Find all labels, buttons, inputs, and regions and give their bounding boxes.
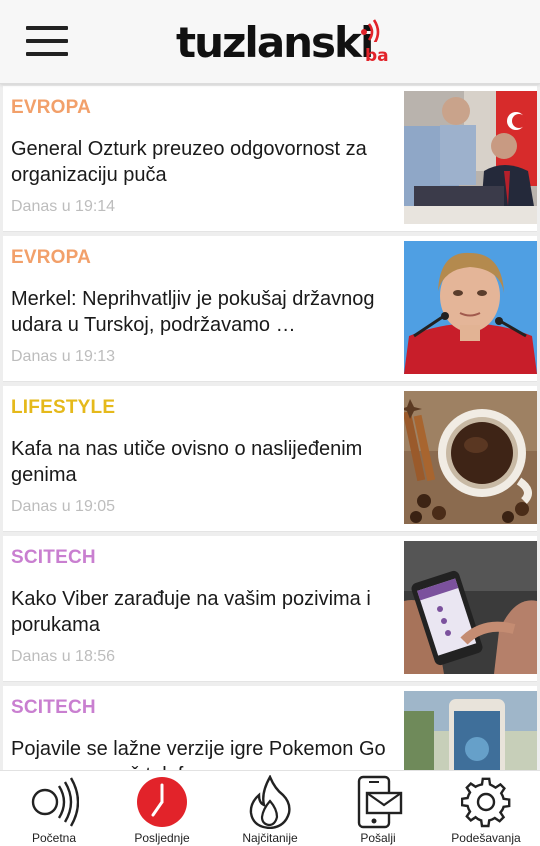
article-title[interactable]: Kako Viber zarađuje na vašim pozivima i … [11,586,396,638]
app-header: tuzlanski ba [0,0,540,84]
article-thumbnail[interactable] [404,241,537,374]
article-card[interactable]: SCITECH Kako Viber zarađuje na vašim poz… [3,536,537,682]
nav-item-najcitanije[interactable]: Najčitanije [216,771,324,846]
phone-mail-icon [357,775,403,829]
radio-waves-icon [31,777,79,827]
article-card[interactable]: SCITECH Pojavile se lažne verzije igre P… [3,686,537,770]
nav-label: Najčitanije [242,831,298,845]
nav-item-podesavanja[interactable]: Podešavanja [432,771,540,846]
app-logo[interactable]: tuzlanski ba [176,16,396,72]
nav-label: Pošalji [360,831,396,845]
logo-signal-icon [361,19,380,42]
article-thumbnail[interactable] [404,691,537,770]
logo-text: tuzlanski [176,18,374,67]
article-time: Danas u 19:13 [11,348,116,365]
article-feed[interactable]: EVROPA General Ozturk preuzeo odgovornos… [0,84,540,770]
article-title[interactable]: Kafa na nas utiče ovisno o naslijeđenim … [11,436,396,488]
article-card[interactable]: EVROPA General Ozturk preuzeo odgovornos… [3,86,537,232]
article-time: Danas u 19:14 [11,198,116,215]
article-category[interactable]: EVROPA [11,97,91,119]
article-card[interactable]: LIFESTYLE Kafa na nas utiče ovisno o nas… [3,386,537,532]
nav-item-posljednje[interactable]: Posljednje [108,771,216,846]
article-time: Danas u 18:56 [11,648,116,665]
article-time: Danas u 19:05 [11,498,116,515]
nav-label: Posljednje [134,831,190,845]
nav-item-pocetna[interactable]: Početna [0,771,108,846]
article-thumbnail[interactable] [404,391,537,524]
bottom-navigation: Početna Posljednje Najčitanije Pošalji P… [0,770,540,846]
article-category[interactable]: LIFESTYLE [11,397,115,419]
article-title[interactable]: Pojavile se lažne verzije igre Pokemon G… [11,736,396,770]
article-thumbnail[interactable] [404,91,537,224]
article-category[interactable]: SCITECH [11,697,96,719]
flame-icon [249,775,291,829]
nav-label: Početna [31,831,77,845]
hamburger-menu-icon[interactable] [26,26,68,58]
article-title[interactable]: General Ozturk preuzeo odgovornost za or… [11,136,396,188]
clock-icon [137,777,187,827]
logo-suffix: ba [365,46,389,66]
article-category[interactable]: SCITECH [11,547,96,569]
gear-icon [461,777,511,828]
nav-label: Podešavanja [451,831,521,845]
article-thumbnail[interactable] [404,541,537,674]
article-card[interactable]: EVROPA Merkel: Neprihvatljiv je pokušaj … [3,236,537,382]
article-title[interactable]: Merkel: Neprihvatljiv je pokušaj državno… [11,286,396,338]
nav-item-posalji[interactable]: Pošalji [324,771,432,846]
article-category[interactable]: EVROPA [11,247,91,269]
